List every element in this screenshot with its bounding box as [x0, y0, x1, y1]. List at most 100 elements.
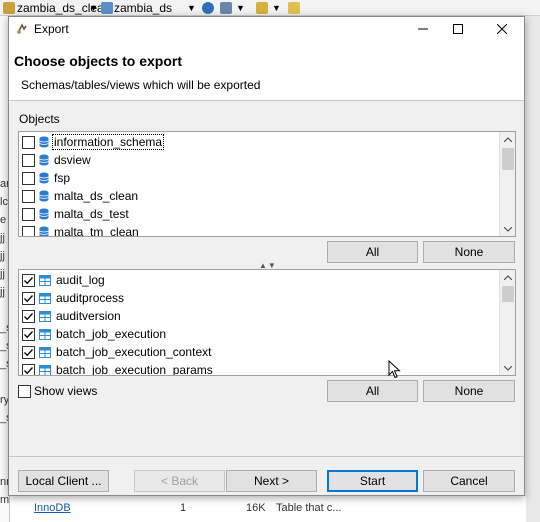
clock-icon[interactable]: [202, 2, 214, 14]
table-icon: [39, 346, 51, 358]
printer-icon[interactable]: [220, 2, 232, 14]
chevron-down-icon: [504, 365, 512, 371]
title-bar[interactable]: Export: [9, 17, 524, 41]
list-item[interactable]: batch_job_execution_context: [22, 343, 212, 361]
minimize-icon: [418, 28, 428, 30]
list-item[interactable]: malta_tm_clean: [22, 223, 140, 236]
schemas-select-all-button[interactable]: All: [327, 241, 418, 263]
engine-link[interactable]: InnoDB: [34, 502, 71, 514]
show-views-option[interactable]: Show views: [18, 384, 97, 398]
back-button[interactable]: < Back: [134, 470, 225, 492]
checkmark-icon: [24, 348, 33, 356]
show-views-checkbox[interactable]: [18, 384, 31, 398]
list-item[interactable]: malta_ds_test: [22, 205, 130, 223]
list-item[interactable]: audit_log: [22, 271, 106, 289]
next-button[interactable]: Next >: [226, 470, 317, 492]
export-dialog: Export Choose objects to export Schemas/…: [8, 16, 525, 496]
table-size: 16K: [246, 502, 266, 514]
scroll-up-button[interactable]: [500, 270, 515, 284]
arrow-icon[interactable]: [288, 2, 300, 14]
database-icon: [39, 226, 49, 236]
db-icon: [3, 2, 15, 14]
scroll-thumb[interactable]: [502, 148, 514, 170]
database-icon: [39, 208, 49, 220]
local-client-button[interactable]: Local Client ...: [18, 470, 109, 492]
maximize-icon: [453, 24, 463, 34]
footer-separator: [9, 456, 524, 457]
objects-group-label: Objects: [19, 112, 60, 126]
list-item[interactable]: batch_job_execution: [22, 325, 167, 343]
chevron-up-icon: [504, 274, 512, 280]
mouse-cursor-icon: [388, 360, 401, 379]
maximize-button[interactable]: [441, 17, 475, 41]
chevron-down-icon[interactable]: ▼: [236, 0, 245, 16]
tables-select-all-button[interactable]: All: [327, 380, 418, 402]
schema-checkbox[interactable]: [22, 153, 35, 167]
start-button[interactable]: Start: [327, 470, 418, 492]
schema-checkbox[interactable]: [22, 135, 35, 149]
scroll-up-button[interactable]: [500, 132, 515, 146]
checkmark-icon: [24, 312, 33, 320]
list-item[interactable]: fsp: [22, 169, 71, 187]
tree-fragment: jj: [0, 232, 5, 244]
list-item[interactable]: malta_ds_clean: [22, 187, 139, 205]
chevron-down-icon: [504, 226, 512, 232]
page-description: Schemas/tables/views which will be expor…: [21, 78, 261, 92]
database-icon: [39, 190, 49, 202]
checkmark-icon: [24, 276, 33, 284]
schema-checkbox[interactable]: [22, 207, 35, 221]
wand-icon[interactable]: [256, 2, 268, 14]
schemas-list[interactable]: information_schema dsview fsp malta_ds_c…: [18, 131, 516, 237]
tree-fragment: lc: [0, 196, 8, 208]
checkmark-icon: [24, 330, 33, 338]
table-checkbox[interactable]: [22, 291, 35, 305]
schema-checkbox[interactable]: [22, 189, 35, 203]
tree-fragment: jj: [0, 250, 5, 262]
scroll-down-button[interactable]: [500, 222, 515, 236]
chevron-down-icon[interactable]: ▼: [89, 0, 98, 16]
table-checkbox[interactable]: [22, 345, 35, 359]
list-item[interactable]: auditprocess: [22, 289, 125, 307]
schemas-select-none-button[interactable]: None: [423, 241, 515, 263]
schema-label: malta_ds_clean: [54, 189, 139, 203]
schema-checkbox[interactable]: [22, 171, 35, 185]
list-item[interactable]: information_schema: [22, 133, 165, 151]
background-right-pane: [526, 16, 540, 522]
table-checkbox[interactable]: [22, 327, 35, 341]
show-views-label: Show views: [34, 384, 98, 398]
schema-checkbox[interactable]: [22, 225, 35, 236]
scroll-thumb[interactable]: [502, 286, 514, 302]
minimize-button[interactable]: [406, 17, 440, 41]
table-icon: [39, 274, 51, 286]
database-combo[interactable]: zambia_ds: [114, 0, 172, 16]
list-item[interactable]: auditversion: [22, 307, 122, 325]
export-icon: [17, 23, 27, 34]
tables-scrollbar[interactable]: [499, 270, 515, 375]
schemas-scrollbar[interactable]: [499, 132, 515, 236]
schema-label: dsview: [54, 153, 91, 167]
background-table-row: InnoDB 1 16K Table that c...: [10, 496, 526, 522]
table-comment: Table that c...: [276, 502, 342, 514]
table-checkbox[interactable]: [22, 363, 35, 375]
background-toolbar: zambia_ds_clean ▼ zambia_ds ▼ ▼ ▼: [0, 0, 540, 16]
chevron-down-icon[interactable]: ▼: [272, 0, 281, 16]
checkmark-icon: [24, 366, 33, 374]
scroll-down-button[interactable]: [500, 361, 515, 375]
table-checkbox[interactable]: [22, 273, 35, 287]
table-icon: [39, 328, 51, 340]
list-item[interactable]: dsview: [22, 151, 92, 169]
chevron-down-icon[interactable]: ▼: [187, 0, 196, 16]
table-icon: [39, 310, 51, 322]
tables-list[interactable]: audit_log auditprocess auditversion batc…: [18, 269, 516, 376]
cancel-button[interactable]: Cancel: [423, 470, 515, 492]
database-icon: [39, 136, 49, 148]
close-button[interactable]: [485, 17, 519, 41]
page-title: Choose objects to export: [14, 53, 183, 69]
list-item[interactable]: batch_job_execution_params: [22, 361, 214, 375]
tables-select-none-button[interactable]: None: [423, 380, 515, 402]
table-icon: [39, 292, 51, 304]
table-checkbox[interactable]: [22, 309, 35, 323]
schema-label: malta_ds_test: [54, 207, 129, 221]
schema-label: fsp: [54, 171, 71, 185]
table-icon: [39, 364, 51, 375]
